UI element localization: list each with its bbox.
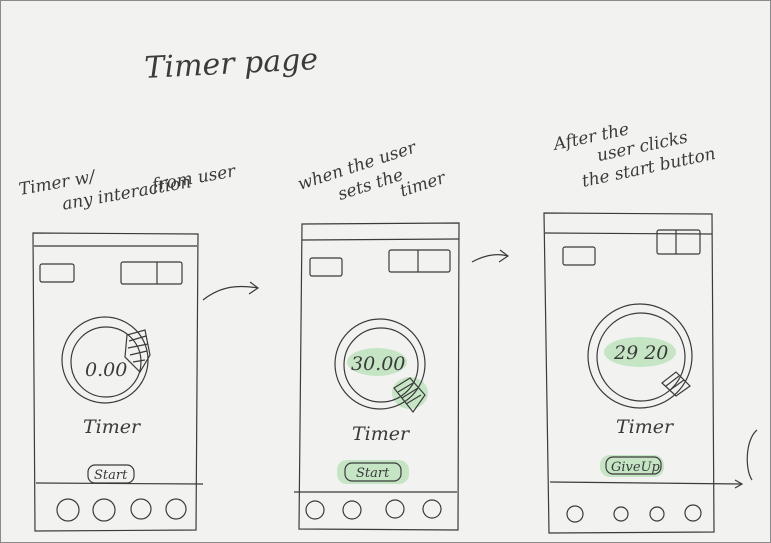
page-title: Timer page <box>144 42 319 86</box>
phone-2-status-line <box>301 238 460 241</box>
phone-2-nav-dot-1 <box>305 500 325 520</box>
phone-2-start-label: Start <box>356 466 390 481</box>
phone-3-nav-dot-3 <box>649 506 665 522</box>
phone-1-nav-dot-4 <box>165 498 187 520</box>
phone-3-nav-dot-2 <box>613 506 629 522</box>
caption-2-line-3: timer <box>397 168 448 202</box>
phone-3-timer-value: 29 20 <box>613 342 668 364</box>
phone-2-back-box <box>309 257 343 277</box>
phone-1-timer-value: 0.00 <box>85 359 127 381</box>
caption-2: when the user sets the timer <box>295 137 448 204</box>
caption-1: Timer w/ any interaction from user <box>17 161 238 214</box>
phone-3-status-line <box>544 232 713 235</box>
phone-1-nav-dot-3 <box>130 498 152 520</box>
phone-1-timer-label: Timer <box>83 416 142 438</box>
caption-3: After the user clicks the start button <box>550 119 717 191</box>
edge-curve <box>746 429 758 481</box>
phone-2-timer-value: 30.00 <box>351 353 405 375</box>
arrow-2-3 <box>471 254 509 263</box>
phone-3-nav-dot-1 <box>566 505 584 523</box>
phone-2-timer-label: Timer <box>352 423 411 445</box>
phone-1-nav-dot-1 <box>56 498 80 522</box>
phone-2-nav-dot-2 <box>342 500 362 520</box>
phone-3-giveup-label: GiveUp <box>611 460 661 475</box>
phone-3-back-box <box>562 246 596 266</box>
phone-1-nav-dot-2 <box>92 498 116 522</box>
phone-2-nav-dot-3 <box>385 499 405 519</box>
sketch-canvas: Timer page Timer w/ any interaction from… <box>17 42 758 534</box>
phone-1-toggle-box <box>120 261 183 285</box>
arrows <box>202 249 510 301</box>
phone-1-back-box <box>39 263 75 283</box>
phone-2-toggle-box <box>388 249 451 273</box>
phone-1-outline <box>32 232 199 532</box>
phone-3-outline <box>543 212 715 534</box>
phone-3-nav-dot-4 <box>684 504 702 522</box>
phone-panel-3 <box>543 212 758 534</box>
phone-2-nav-dot-4 <box>422 499 442 519</box>
phone-3-timer-label: Timer <box>616 416 675 438</box>
phone-1-start-label: Start <box>94 468 128 483</box>
caption-1-line-3: from user <box>149 161 238 196</box>
phone-panel-1 <box>32 232 204 532</box>
